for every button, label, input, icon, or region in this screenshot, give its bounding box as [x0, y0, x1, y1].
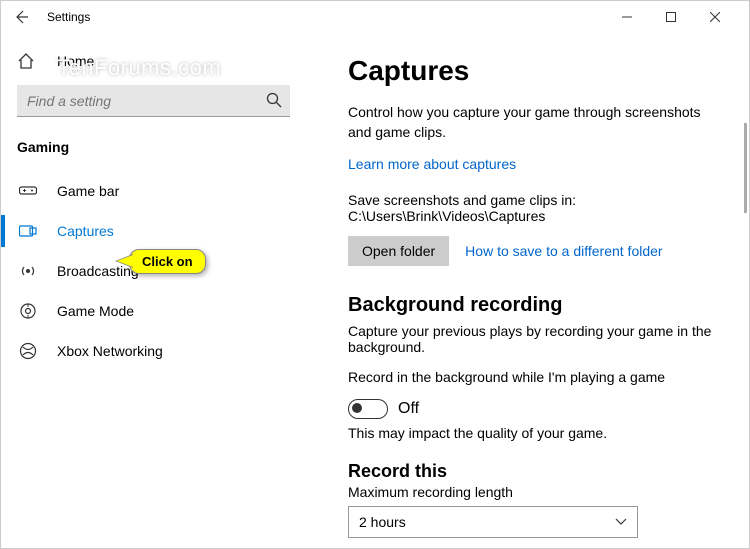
window-title: Settings: [47, 10, 90, 24]
annotation-callout: Click on: [129, 249, 206, 274]
bg-recording-sub: Capture your previous plays by recording…: [348, 323, 717, 355]
sidebar-item-captures[interactable]: Captures: [1, 211, 306, 251]
minimize-button[interactable]: [605, 1, 649, 33]
scrollbar[interactable]: [744, 123, 747, 213]
captures-icon: [17, 224, 39, 238]
broadcasting-icon: [17, 263, 39, 279]
bg-recording-heading: Background recording: [348, 294, 717, 317]
learn-more-link[interactable]: Learn more about captures: [348, 156, 516, 172]
save-path-label: Save screenshots and game clips in: C:\U…: [348, 192, 717, 224]
search-icon[interactable]: [266, 92, 282, 108]
sidebar-item-label: Game bar: [57, 183, 119, 199]
record-this-heading: Record this: [348, 461, 717, 482]
how-to-save-link[interactable]: How to save to a different folder: [465, 243, 662, 259]
max-length-dropdown[interactable]: 2 hours: [348, 506, 638, 538]
intro-text: Control how you capture your game throug…: [348, 103, 717, 142]
search-input[interactable]: [17, 85, 290, 117]
dropdown-value: 2 hours: [359, 514, 406, 530]
bg-toggle-label: Record in the background while I'm playi…: [348, 369, 717, 385]
sidebar: Home Gaming Game bar Captures: [1, 33, 306, 548]
callout-text: Click on: [129, 249, 206, 274]
sidebar-item-game-mode[interactable]: Game Mode: [1, 291, 306, 331]
window-titlebar: Settings: [1, 1, 749, 33]
sidebar-item-label: Captures: [57, 223, 114, 239]
back-button[interactable]: [13, 9, 43, 25]
xbox-icon: [17, 342, 39, 360]
bg-record-toggle[interactable]: [348, 399, 388, 419]
home-label: Home: [57, 53, 94, 69]
home-nav[interactable]: Home: [1, 41, 306, 81]
home-icon: [17, 52, 39, 70]
page-heading: Captures: [348, 55, 717, 87]
sidebar-item-game-bar[interactable]: Game bar: [1, 171, 306, 211]
chevron-down-icon: [615, 518, 627, 526]
bg-toggle-state: Off: [398, 400, 419, 418]
main-panel: Captures Control how you capture your ga…: [306, 33, 749, 548]
close-button[interactable]: [693, 1, 737, 33]
impact-note: This may impact the quality of your game…: [348, 425, 717, 441]
max-length-label: Maximum recording length: [348, 484, 717, 500]
game-bar-icon: [17, 184, 39, 198]
sidebar-item-xbox-networking[interactable]: Xbox Networking: [1, 331, 306, 371]
game-mode-icon: [17, 302, 39, 320]
sidebar-item-label: Xbox Networking: [57, 343, 163, 359]
open-folder-button[interactable]: Open folder: [348, 236, 449, 266]
sidebar-item-label: Game Mode: [57, 303, 134, 319]
maximize-button[interactable]: [649, 1, 693, 33]
category-heading: Gaming: [1, 133, 306, 163]
